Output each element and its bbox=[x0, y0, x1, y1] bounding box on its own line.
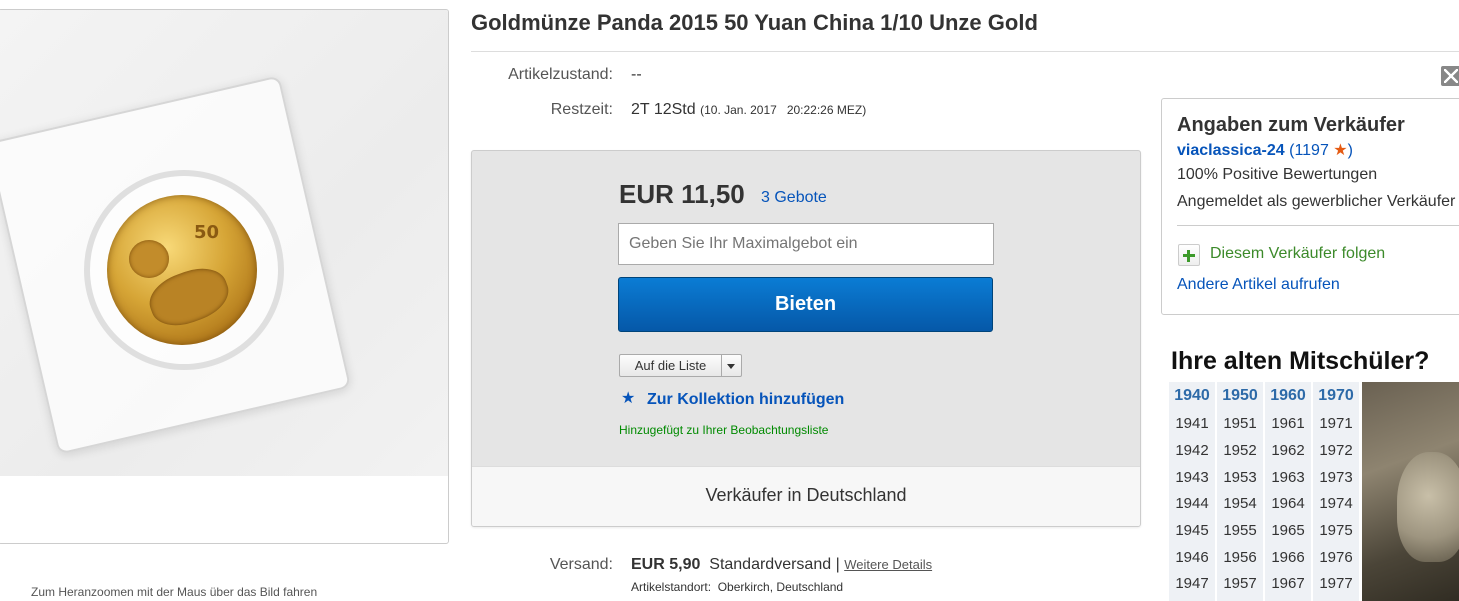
seller-divider bbox=[1177, 225, 1459, 226]
ad-year[interactable]: 1961 bbox=[1265, 415, 1311, 432]
ad-year[interactable]: 1967 bbox=[1265, 575, 1311, 592]
item-location-value: Oberkirch, Deutschland bbox=[717, 580, 844, 594]
seller-identity: viaclassica-24 (1197 ★) bbox=[1177, 140, 1353, 160]
time-left-label: Restzeit: bbox=[550, 101, 613, 118]
other-items-link[interactable]: Andere Artikel aufrufen bbox=[1177, 276, 1340, 294]
bid-button[interactable]: Bieten bbox=[618, 277, 993, 332]
seller-location: Verkäufer in Deutschland bbox=[705, 485, 907, 505]
title-divider bbox=[471, 51, 1459, 52]
product-image[interactable]: 50 bbox=[0, 10, 448, 476]
seller-info-heading: Angaben zum Verkäufer bbox=[1177, 114, 1405, 136]
add-to-collection-link[interactable]: Zur Kollektion hinzufügen bbox=[647, 391, 844, 409]
ad-year[interactable]: 1957 bbox=[1217, 575, 1263, 592]
add-to-list-button[interactable]: Auf die Liste bbox=[619, 354, 742, 377]
condition-label: Artikelzustand: bbox=[508, 66, 613, 83]
shipping-line: EUR 5,90 Standardversand | Weitere Detai… bbox=[631, 556, 932, 574]
shipping-details-link[interactable]: Weitere Details bbox=[844, 557, 932, 572]
add-to-list-separator bbox=[721, 355, 722, 376]
item-title: Goldmünze Panda 2015 50 Yuan China 1/10 … bbox=[471, 10, 1038, 35]
ad-year[interactable]: 1952 bbox=[1217, 442, 1263, 459]
seller-info-box: Angaben zum Verkäufer viaclassica-24 (11… bbox=[1161, 98, 1459, 315]
ad-year-column: 1950 1951 1952 1953 1954 1955 1956 1957 bbox=[1217, 382, 1263, 601]
time-left-value: 2T 12Std (10. Jan. 2017 20:22:26 MEZ) bbox=[631, 101, 866, 119]
ad-year-column: 1940 1941 1942 1943 1944 1945 1946 1947 bbox=[1169, 382, 1215, 601]
coin-numeral: 50 bbox=[194, 222, 220, 243]
ad-year[interactable]: 1976 bbox=[1313, 549, 1359, 566]
ad-year[interactable]: 1946 bbox=[1169, 549, 1215, 566]
item-location: Artikelstandort: Oberkirch, Deutschland bbox=[631, 580, 843, 594]
bid-box: EUR 11,50 3 Gebote Bieten Auf die Liste … bbox=[471, 150, 1141, 527]
ad-year[interactable]: 1951 bbox=[1217, 415, 1263, 432]
advertisement[interactable]: Ihre alten Mitschüler? 1940 1941 1942 19… bbox=[1162, 342, 1459, 601]
ad-year[interactable]: 1971 bbox=[1313, 415, 1359, 432]
ad-year[interactable]: 1962 bbox=[1265, 442, 1311, 459]
condition-value: -- bbox=[631, 66, 642, 83]
watchlist-confirmation: Hinzugefügt zu Ihrer Beobachtungsliste bbox=[619, 423, 829, 437]
ad-year[interactable]: 1977 bbox=[1313, 575, 1359, 592]
ad-year-column: 1970 1971 1972 1973 1974 1975 1976 1977 bbox=[1313, 382, 1359, 601]
ad-year[interactable]: 1972 bbox=[1313, 442, 1359, 459]
ad-year[interactable]: 1966 bbox=[1265, 549, 1311, 566]
ad-year-heading[interactable]: 1960 bbox=[1265, 387, 1311, 405]
positive-feedback: 100% Positive Bewertungen bbox=[1177, 166, 1378, 183]
time-left-duration: 2T 12Std bbox=[631, 101, 696, 118]
product-image-panel[interactable]: 50 bbox=[0, 9, 449, 544]
max-bid-input[interactable] bbox=[618, 223, 994, 265]
share-email-icon[interactable] bbox=[1441, 66, 1459, 86]
follow-seller-link[interactable]: Diesem Verkäufer folgen bbox=[1210, 245, 1385, 263]
seller-name-link[interactable]: viaclassica-24 bbox=[1177, 142, 1285, 159]
zoom-hint: Zum Heranzoomen mit der Maus über das Bi… bbox=[31, 585, 318, 599]
feedback-score-close: ) bbox=[1347, 142, 1353, 159]
ad-year[interactable]: 1965 bbox=[1265, 522, 1311, 539]
ad-year[interactable]: 1973 bbox=[1313, 469, 1359, 486]
ad-year[interactable]: 1944 bbox=[1169, 495, 1215, 512]
ad-year[interactable]: 1942 bbox=[1169, 442, 1215, 459]
ad-year[interactable]: 1954 bbox=[1217, 495, 1263, 512]
plus-icon[interactable] bbox=[1178, 244, 1200, 266]
ad-year[interactable]: 1956 bbox=[1217, 549, 1263, 566]
ad-year-heading[interactable]: 1940 bbox=[1169, 387, 1215, 405]
ad-year[interactable]: 1953 bbox=[1217, 469, 1263, 486]
shipping-price: EUR 5,90 bbox=[631, 556, 701, 573]
ad-year[interactable]: 1947 bbox=[1169, 575, 1215, 592]
chevron-down-icon[interactable] bbox=[727, 364, 735, 369]
current-price: EUR 11,50 bbox=[619, 179, 745, 209]
auction-end-time: (10. Jan. 2017 20:22:26 MEZ) bbox=[700, 103, 867, 117]
ad-year-heading[interactable]: 1950 bbox=[1217, 387, 1263, 405]
ad-year[interactable]: 1941 bbox=[1169, 415, 1215, 432]
ad-title: Ihre alten Mitschüler? bbox=[1171, 347, 1430, 375]
ad-year-column: 1960 1961 1962 1963 1964 1965 1966 1967 bbox=[1265, 382, 1311, 601]
ad-year[interactable]: 1963 bbox=[1265, 469, 1311, 486]
shipping-method: Standardversand | bbox=[709, 556, 840, 573]
shipping-label: Versand: bbox=[549, 556, 613, 573]
ad-year[interactable]: 1975 bbox=[1313, 522, 1359, 539]
ad-year-heading[interactable]: 1970 bbox=[1313, 387, 1359, 405]
seller-type: Angemeldet als gewerblicher Verkäufer bbox=[1177, 193, 1456, 210]
ad-year[interactable]: 1943 bbox=[1169, 469, 1215, 486]
bids-count-link[interactable]: 3 Gebote bbox=[761, 189, 827, 207]
feedback-score-link[interactable]: 1197 bbox=[1294, 142, 1328, 159]
star-icon: ★ bbox=[621, 390, 636, 407]
ad-year[interactable]: 1964 bbox=[1265, 495, 1311, 512]
ad-year[interactable]: 1974 bbox=[1313, 495, 1359, 512]
feedback-star-icon: ★ bbox=[1333, 142, 1348, 159]
panda-motif-head bbox=[129, 240, 169, 278]
ad-year[interactable]: 1945 bbox=[1169, 522, 1215, 539]
add-to-list-label: Auf die Liste bbox=[634, 358, 707, 373]
item-location-label: Artikelstandort: bbox=[631, 580, 712, 594]
ad-year[interactable]: 1955 bbox=[1217, 522, 1263, 539]
ad-photo-face bbox=[1397, 452, 1459, 562]
